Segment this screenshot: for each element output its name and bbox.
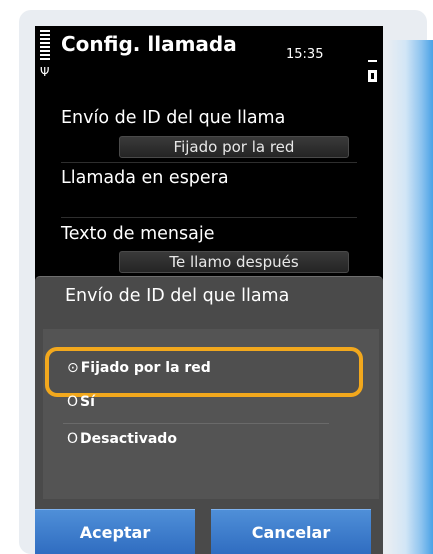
setting-call-waiting[interactable]: Llamada en espera xyxy=(61,168,357,188)
signal-bars-icon xyxy=(40,30,50,64)
battery-level-dash xyxy=(368,60,377,62)
dialog-title: Envío de ID del que llama xyxy=(65,286,290,306)
setting-label: Envío de ID del que llama xyxy=(61,108,286,128)
setting-label: Texto de mensaje xyxy=(61,224,215,244)
page-title: Config. llamada xyxy=(61,32,237,56)
cancel-button[interactable]: Cancelar xyxy=(211,509,371,554)
radio-unselected-icon: O xyxy=(67,431,79,447)
setting-value-message-text[interactable]: Te llamo después xyxy=(119,251,349,273)
list-divider xyxy=(61,162,357,163)
option-yes[interactable]: O Sí xyxy=(67,394,95,410)
setting-label: Llamada en espera xyxy=(61,168,229,188)
device-frame-edge xyxy=(387,40,433,554)
option-label: Sí xyxy=(80,394,95,410)
option-label: Desactivado xyxy=(80,431,177,447)
radio-selected-icon: ⊙ xyxy=(67,360,79,376)
battery-icon xyxy=(368,70,377,82)
option-network-set[interactable]: ⊙ Fijado por la red xyxy=(67,360,211,376)
setting-caller-id[interactable]: Envío de ID del que llama xyxy=(61,108,357,128)
clock: 15:35 xyxy=(286,47,324,62)
antenna-icon: Ψ xyxy=(40,65,50,79)
option-label: Fijado por la red xyxy=(80,360,211,376)
caller-id-dialog: Envío de ID del que llama ⊙ Fijado por la… xyxy=(35,276,383,554)
phone-screen: Ψ Config. llamada 15:35 Envío de ID del … xyxy=(35,26,383,554)
option-off[interactable]: O Desactivado xyxy=(67,431,177,447)
setting-message-text[interactable]: Texto de mensaje xyxy=(61,224,357,244)
list-divider xyxy=(61,217,357,218)
setting-value-caller-id[interactable]: Fijado por la red xyxy=(119,136,349,158)
accept-button[interactable]: Aceptar xyxy=(35,509,195,554)
option-divider xyxy=(63,423,329,424)
radio-unselected-icon: O xyxy=(67,394,79,410)
